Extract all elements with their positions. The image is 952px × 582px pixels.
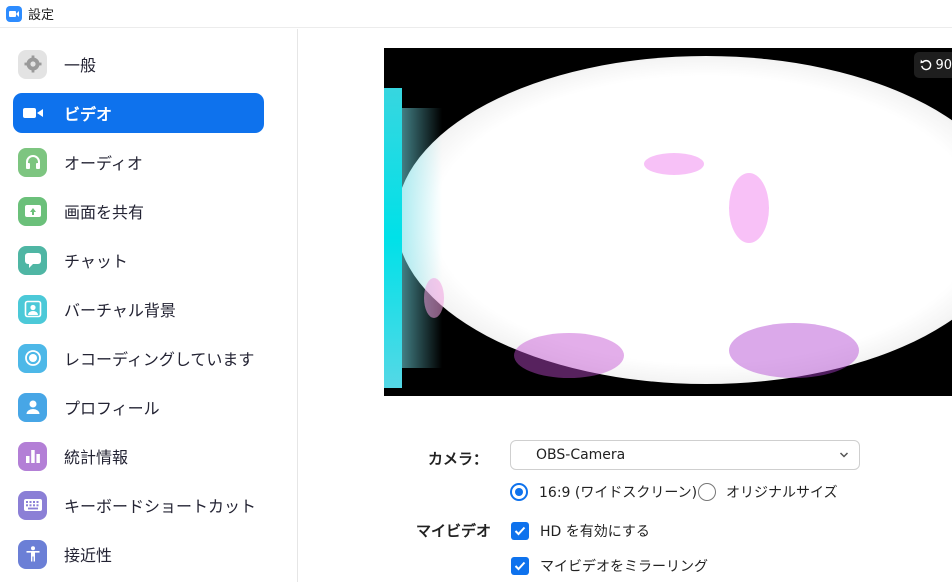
video-preview bbox=[384, 48, 952, 396]
sidebar-item-label: キーボードショートカット bbox=[64, 497, 257, 516]
title-bar: 設定 bbox=[0, 0, 952, 28]
rotate-label: 90 bbox=[935, 57, 952, 73]
sidebar-item-statistics[interactable]: 統計情報 bbox=[13, 436, 264, 476]
accessibility-icon bbox=[18, 539, 47, 569]
chevron-down-icon bbox=[839, 452, 849, 458]
my-video-label: マイビデオ bbox=[416, 522, 492, 540]
sidebar-item-label: 一般 bbox=[64, 56, 97, 75]
profile-icon bbox=[18, 392, 47, 422]
sidebar-item-general[interactable]: 一般 bbox=[13, 44, 264, 84]
record-icon bbox=[18, 343, 47, 373]
rotate-button[interactable]: 90 bbox=[914, 52, 952, 78]
share-screen-icon bbox=[18, 196, 47, 226]
checkbox-enable-hd[interactable]: HD を有効にする bbox=[511, 521, 650, 541]
headphones-icon bbox=[18, 147, 47, 177]
sidebar-item-accessibility[interactable]: 接近性 bbox=[13, 534, 264, 574]
rotate-icon bbox=[920, 59, 932, 71]
gear-icon bbox=[18, 49, 47, 79]
sidebar-item-virtual-background[interactable]: バーチャル背景 bbox=[13, 289, 264, 329]
radio-button[interactable] bbox=[698, 483, 716, 501]
video-camera-icon bbox=[18, 99, 47, 128]
sidebar-item-label: 接近性 bbox=[64, 546, 113, 565]
checkmark-icon bbox=[514, 526, 526, 536]
radio-label: 16:9 (ワイドスクリーン) bbox=[539, 485, 698, 501]
radio-label: オリジナルサイズ bbox=[726, 485, 838, 501]
radio-widescreen[interactable]: 16:9 (ワイドスクリーン) bbox=[510, 482, 697, 502]
checkbox-label: HD を有効にする bbox=[540, 524, 650, 540]
sidebar-item-label: オーディオ bbox=[64, 154, 143, 173]
sidebar-item-keyboard-shortcuts[interactable]: キーボードショートカット bbox=[13, 485, 264, 525]
sidebar-item-label: レコーディングしています bbox=[64, 350, 255, 369]
sidebar-item-label: 画面を共有 bbox=[64, 203, 145, 222]
radio-original-size[interactable]: オリジナルサイズ bbox=[698, 482, 838, 502]
checkbox[interactable] bbox=[511, 522, 529, 540]
sidebar-item-label: ビデオ bbox=[64, 105, 113, 124]
sidebar-item-chat[interactable]: チャット bbox=[13, 240, 264, 280]
camera-select-value: OBS-Camera bbox=[536, 447, 626, 463]
sidebar-item-audio[interactable]: オーディオ bbox=[13, 142, 264, 182]
checkbox[interactable] bbox=[511, 557, 529, 575]
zoom-video-icon bbox=[6, 5, 22, 22]
radio-button[interactable] bbox=[510, 483, 528, 501]
sidebar-item-share-screen[interactable]: 画面を共有 bbox=[13, 191, 264, 231]
sidebar-item-profile[interactable]: プロフィール bbox=[13, 387, 264, 427]
chat-bubble-icon bbox=[18, 245, 47, 275]
window-title: 設定 bbox=[28, 8, 55, 23]
sidebar-item-recording[interactable]: レコーディングしています bbox=[13, 338, 264, 378]
keyboard-icon bbox=[18, 490, 47, 520]
checkbox-mirror-video[interactable]: マイビデオをミラーリング bbox=[511, 556, 708, 576]
sidebar-item-label: 統計情報 bbox=[64, 448, 129, 467]
checkbox-label: マイビデオをミラーリング bbox=[540, 559, 708, 575]
checkmark-icon bbox=[514, 561, 526, 571]
preview-image bbox=[396, 56, 952, 384]
camera-label: カメラ： bbox=[428, 450, 489, 468]
sidebar-item-label: チャット bbox=[64, 252, 128, 271]
sidebar-item-label: プロフィール bbox=[64, 399, 160, 418]
settings-sidebar: 一般 ビデオ オーディオ 画面を共有 チャット バーチャル背景 レコーディングし… bbox=[0, 29, 298, 582]
sidebar-item-video[interactable]: ビデオ bbox=[13, 93, 264, 133]
camera-select[interactable]: OBS-Camera bbox=[510, 440, 860, 470]
sidebar-item-label: バーチャル背景 bbox=[64, 301, 176, 320]
bar-chart-icon bbox=[18, 441, 47, 471]
person-portrait-icon bbox=[18, 294, 47, 324]
